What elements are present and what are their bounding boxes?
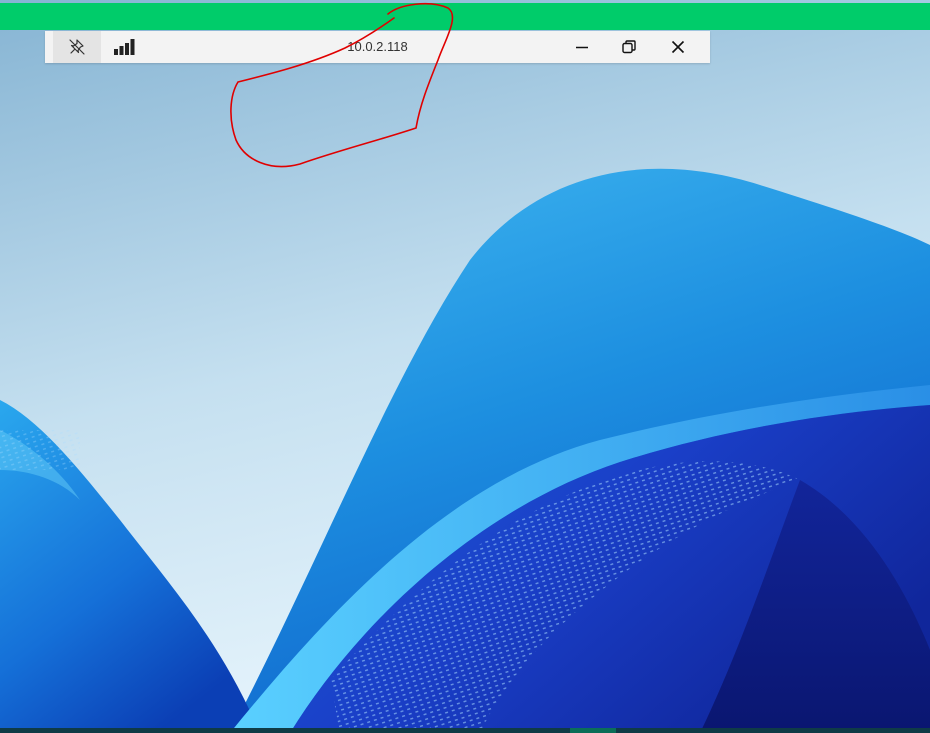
remote-host-title: 10.0.2.118 — [347, 39, 408, 54]
close-button[interactable] — [654, 31, 702, 63]
signal-strength-icon — [114, 39, 135, 55]
minimize-icon — [576, 46, 588, 49]
taskbar-edge — [0, 728, 930, 733]
connection-quality-button[interactable] — [103, 31, 145, 63]
pin-button[interactable] — [53, 31, 101, 63]
restore-icon — [622, 40, 636, 54]
close-icon — [671, 40, 685, 54]
taskbar-active-item[interactable] — [570, 728, 616, 733]
pin-off-icon — [69, 39, 85, 55]
connection-bar: 10.0.2.118 — [45, 31, 710, 63]
remote-session-top-bar — [0, 3, 930, 30]
desktop-wallpaper — [0, 0, 930, 733]
remote-desktop-screen: 10.0.2.118 — [0, 0, 930, 733]
restore-button[interactable] — [607, 31, 651, 63]
minimize-button[interactable] — [560, 31, 604, 63]
